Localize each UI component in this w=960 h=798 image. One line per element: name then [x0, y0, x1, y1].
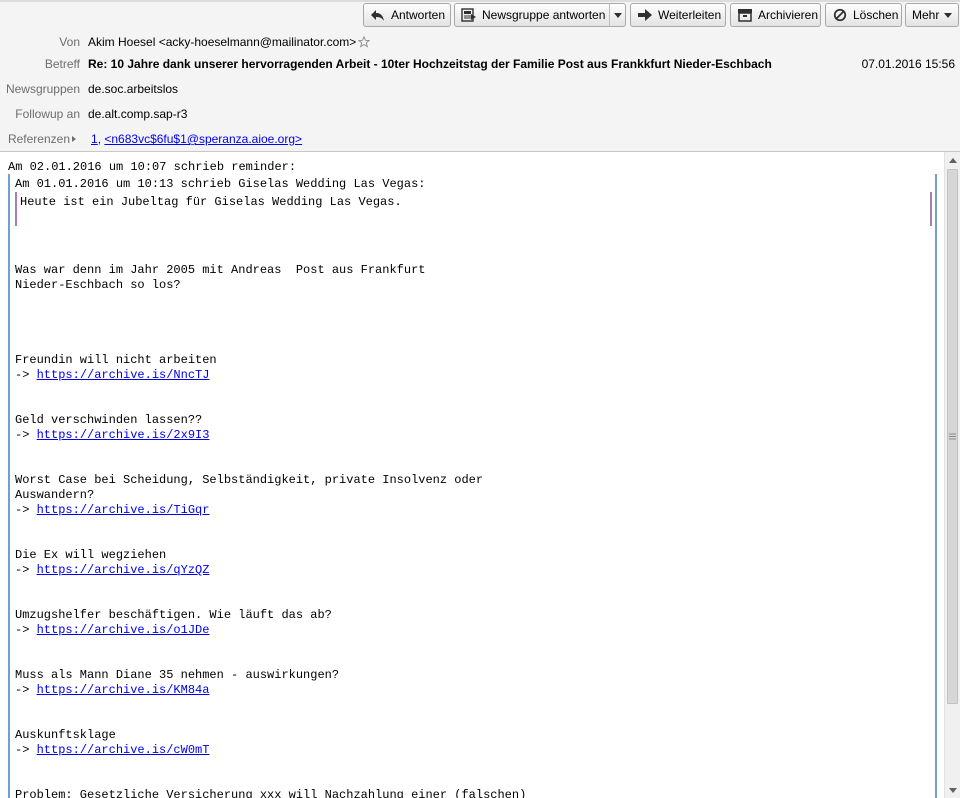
item-text: Muss als Mann Diane 35 nehmen - auswirku… — [15, 668, 340, 682]
reference-link-id[interactable]: <n683vc$6fu$1@speranza.aioe.org> — [104, 132, 302, 146]
delete-button[interactable]: Löschen — [825, 3, 902, 27]
forward-button-label: Weiterleiten — [658, 8, 722, 22]
inner-quote-text: Heute ist ein Jubeltag für Giselas Weddi… — [20, 195, 402, 209]
subject-label: Betreff — [44, 57, 80, 71]
chevron-down-icon — [613, 12, 622, 18]
followup-row: Followup an de.alt.comp.sap-r3 — [0, 105, 960, 123]
reply-newsgroup-split: Newsgruppe antworten — [454, 3, 626, 27]
list-item: Auskunftsklage -> https://archive.is/cW0… — [15, 728, 209, 757]
subject-value: Re: 10 Jahre dank unserer hervorragenden… — [88, 57, 772, 71]
archive-link[interactable]: https://archive.is/TiGqr — [37, 503, 210, 517]
vertical-scrollbar[interactable] — [944, 152, 960, 798]
subject-row: Betreff Re: 10 Jahre dank unserer hervor… — [0, 55, 960, 73]
newsgroups-value[interactable]: de.soc.arbeitslos — [88, 82, 178, 96]
item-arrow: -> — [15, 503, 37, 517]
references-row: Referenzen 1, <n683vc$6fu$1@speranza.aio… — [0, 130, 960, 148]
sender-address[interactable]: Akim Hoesel <acky-hoeselmann@mailinator.… — [88, 35, 356, 49]
list-item: Problem: Gesetzliche Versicherung xxx wi… — [15, 788, 526, 798]
archive-link[interactable]: https://archive.is/qYzQZ — [37, 563, 210, 577]
list-item: Freundin will nicht arbeiten -> https://… — [15, 353, 217, 382]
from-label: Von — [59, 35, 80, 49]
item-text: Worst Case bei Scheidung, Selbständigkei… — [15, 473, 484, 502]
scroll-up-arrow[interactable] — [945, 152, 960, 168]
quoted-message-text: Was war denn im Jahr 2005 mit Andreas Po… — [15, 233, 526, 798]
chevron-down-icon — [944, 12, 953, 18]
star-outline-icon[interactable] — [358, 36, 371, 48]
blockquote-level-2: Heute ist ein Jubeltag für Giselas Weddi… — [15, 192, 932, 226]
more-button-label: Mehr — [912, 8, 940, 22]
archive-link[interactable]: https://archive.is/cW0mT — [37, 743, 210, 757]
followup-label: Followup an — [15, 107, 80, 121]
item-text: Geld verschwinden lassen?? — [15, 413, 203, 427]
scrollbar-thumb[interactable] — [947, 169, 958, 704]
archive-button-label: Archivieren — [758, 8, 819, 22]
newsgroup-icon — [461, 8, 476, 22]
item-text: Problem: Gesetzliche Versicherung xxx wi… — [15, 788, 527, 798]
message-header: Antworten Newsgruppe antworten Weiterlei… — [0, 0, 960, 152]
forward-arrow-icon — [638, 9, 652, 21]
newsgroups-row: Newsgruppen de.soc.arbeitslos — [0, 80, 960, 98]
item-text: Umzugshelfer beschäftigen. Wie läuft das… — [15, 608, 332, 622]
reply-button[interactable]: Antworten — [363, 3, 451, 27]
from-row: Von Akim Hoesel <acky-hoeselmann@mailina… — [0, 33, 960, 51]
message-body: Am 02.01.2016 um 10:07 schrieb reminder:… — [0, 152, 944, 798]
archive-link[interactable]: https://archive.is/NncTJ — [37, 368, 210, 382]
item-arrow: -> — [15, 623, 37, 637]
reply-newsgroup-label: Newsgruppe antworten — [482, 8, 606, 22]
list-item: Geld verschwinden lassen?? -> https://ar… — [15, 413, 209, 442]
delete-circle-icon — [833, 8, 847, 22]
archive-link[interactable]: https://archive.is/o1JDe — [37, 623, 210, 637]
item-arrow: -> — [15, 428, 37, 442]
archive-link[interactable]: https://archive.is/KM84a — [37, 683, 210, 697]
quote-intro-inner: Am 01.01.2016 um 10:13 schrieb Giselas W… — [15, 177, 426, 191]
expand-triangle-icon[interactable] — [72, 136, 76, 142]
list-item: Die Ex will wegziehen -> https://archive… — [15, 548, 209, 577]
scroll-down-arrow[interactable] — [945, 782, 960, 798]
item-text: Freundin will nicht arbeiten — [15, 353, 217, 367]
chevron-up-icon — [949, 157, 957, 163]
references-label-text: Referenzen — [7, 132, 70, 146]
item-arrow: -> — [15, 368, 37, 382]
forward-button[interactable]: Weiterleiten — [630, 3, 726, 27]
opening-paragraph: Was war denn im Jahr 2005 mit Andreas Po… — [15, 263, 426, 292]
archive-box-icon — [738, 9, 752, 22]
more-button[interactable]: Mehr — [905, 3, 959, 27]
newsgroups-label: Newsgruppen — [5, 82, 80, 96]
list-item: Worst Case bei Scheidung, Selbständigkei… — [15, 473, 483, 517]
reference-link-number[interactable]: 1 — [91, 132, 98, 146]
item-arrow: -> — [15, 563, 37, 577]
archive-link[interactable]: https://archive.is/2x9I3 — [37, 428, 210, 442]
message-date: 07.01.2016 15:56 — [861, 57, 955, 71]
quote-intro-outer: Am 02.01.2016 um 10:07 schrieb reminder: — [8, 160, 297, 174]
list-item: Muss als Mann Diane 35 nehmen - auswirku… — [15, 668, 339, 697]
item-text: Die Ex will wegziehen — [15, 548, 167, 562]
item-text: Auskunftsklage — [15, 728, 116, 742]
references-separator: , — [97, 132, 102, 146]
chevron-down-icon — [949, 787, 957, 793]
references-value: 1, <n683vc$6fu$1@speranza.aioe.org> — [91, 132, 302, 146]
header-top-edge — [0, 0, 960, 2]
blockquote-level-1: Am 01.01.2016 um 10:13 schrieb Giselas W… — [8, 174, 937, 798]
list-item: Umzugshelfer beschäftigen. Wie läuft das… — [15, 608, 332, 637]
item-arrow: -> — [15, 683, 37, 697]
reply-newsgroup-button[interactable]: Newsgruppe antworten — [454, 3, 610, 27]
references-label: Referenzen — [0, 132, 80, 146]
reply-button-label: Antworten — [391, 8, 446, 22]
followup-value[interactable]: de.alt.comp.sap-r3 — [88, 107, 187, 121]
reply-arrow-icon — [371, 10, 384, 21]
item-arrow: -> — [15, 743, 37, 757]
grip-icon — [949, 433, 956, 440]
reply-newsgroup-dropdown[interactable] — [609, 3, 626, 27]
archive-button[interactable]: Archivieren — [730, 3, 821, 27]
delete-button-label: Löschen — [853, 8, 899, 22]
from-value-wrap: Akim Hoesel <acky-hoeselmann@mailinator.… — [88, 35, 371, 49]
